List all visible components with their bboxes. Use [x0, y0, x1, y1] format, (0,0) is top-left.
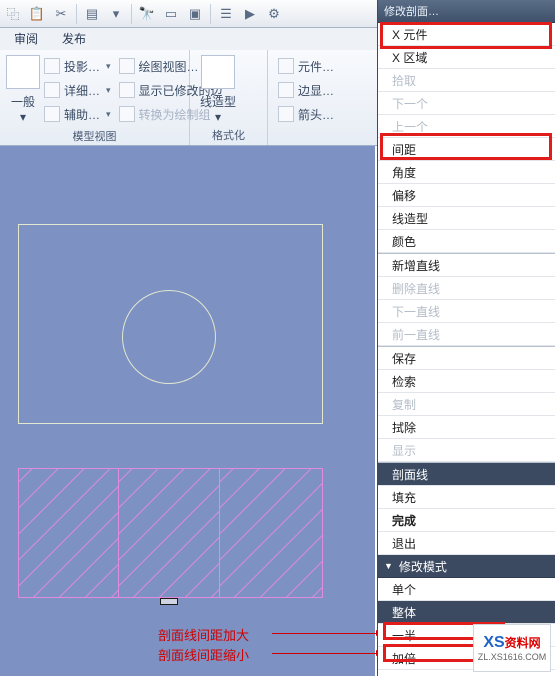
menu-item[interactable]: 保存	[378, 347, 555, 370]
menu-item[interactable]: 完成	[378, 509, 555, 532]
watermark: XS资料网 ZL.XS1616.COM	[473, 624, 551, 672]
aux-icon	[44, 106, 60, 122]
play-icon[interactable]: ▶	[241, 5, 259, 23]
side-panel: 修改剖面… X 元件X 区域拾取下一个上一个间距角度偏移线造型颜色新增直线删除直…	[377, 0, 555, 676]
menu-item: 下一直线	[378, 300, 555, 323]
menu-item[interactable]: 偏移	[378, 184, 555, 207]
annotation-arrow	[272, 653, 382, 654]
component-icon	[278, 58, 294, 74]
linestyle-button[interactable]: 线造型 ▾	[196, 54, 240, 124]
triangle-down-icon: ▼	[384, 561, 393, 571]
hatch-box[interactable]	[18, 468, 119, 598]
projection-button[interactable]: 投影… ▾	[44, 56, 111, 76]
ribbon-group-model-view: 一般 ▾ 投影…▾ 详细…▾ 辅助…▾ 绘图视图… 显示已修改的边 转换为绘制组…	[0, 50, 190, 145]
chevron-down-icon: ▾	[215, 110, 221, 124]
menu-item[interactable]: 退出	[378, 532, 555, 555]
arrow-button[interactable]: 箭头…	[278, 104, 334, 124]
menu-item[interactable]: 检索	[378, 370, 555, 393]
menu-item[interactable]: 角度	[378, 161, 555, 184]
arrow-label: 箭头…	[298, 106, 334, 123]
watermark-logo: XS资料网	[483, 634, 540, 652]
detail-button[interactable]: 详细… ▾	[44, 80, 111, 100]
menu-item[interactable]: 新增直线	[378, 254, 555, 277]
menu-item: 复制	[378, 393, 555, 416]
watermark-url: ZL.XS1616.COM	[478, 652, 547, 662]
menu-item: 删除直线	[378, 277, 555, 300]
menu-item[interactable]: 线造型	[378, 207, 555, 230]
layers-icon[interactable]: ▤	[83, 5, 101, 23]
menu-item[interactable]: 剖面线	[378, 463, 555, 486]
drawing-canvas[interactable]	[0, 146, 375, 676]
group-label: 格式化	[196, 125, 261, 143]
menu-item: 显示	[378, 439, 555, 462]
aux-label: 辅助…	[64, 106, 100, 123]
menu-item: 下一个	[378, 92, 555, 115]
edgedisp-button[interactable]: 边显…	[278, 80, 334, 100]
separator	[210, 4, 211, 24]
chevron-down-icon: ▾	[106, 61, 111, 72]
linestyle-label: 线造型	[200, 93, 236, 110]
paste-icon[interactable]: 📋	[28, 5, 46, 23]
panel-title: 修改剖面…	[378, 0, 555, 22]
mode-header[interactable]: ▼修改模式	[378, 555, 555, 578]
panel-body: X 元件X 区域拾取下一个上一个间距角度偏移线造型颜色新增直线删除直线下一直线前…	[378, 22, 555, 676]
hatch-box[interactable]	[220, 468, 323, 598]
menu-item[interactable]: 间距	[378, 138, 555, 161]
mode-item[interactable]: 整体	[378, 601, 555, 624]
menu-item[interactable]: 颜色	[378, 230, 555, 253]
selection-handle[interactable]	[160, 598, 178, 605]
eraser-icon	[6, 55, 40, 89]
menu-item: 前一直线	[378, 323, 555, 346]
hatch-group[interactable]	[18, 468, 323, 598]
general-button[interactable]: 一般 ▾	[6, 54, 40, 124]
menu-item: 上一个	[378, 115, 555, 138]
linestyle-icon	[201, 55, 235, 89]
gear-icon[interactable]: ⚙	[265, 5, 283, 23]
aux-button[interactable]: 辅助… ▾	[44, 104, 111, 124]
annotation-text: 剖面线间距缩小	[158, 645, 249, 664]
tab-review[interactable]: 审阅	[8, 27, 44, 50]
doc-icon[interactable]: ☰	[217, 5, 235, 23]
menu-item[interactable]: X 区域	[378, 46, 555, 69]
panel-title-text: 修改剖面…	[384, 3, 439, 19]
edgedisp-icon	[278, 82, 294, 98]
annotation-arrow	[272, 633, 382, 634]
tab-publish[interactable]: 发布	[56, 27, 92, 50]
chevron-down-icon: ▾	[106, 85, 111, 96]
group-label: 模型视图	[6, 126, 183, 144]
menu-item[interactable]: X 元件	[378, 23, 555, 46]
separator	[76, 4, 77, 24]
cut-icon[interactable]: ✂	[52, 5, 70, 23]
copy-icon[interactable]: ⿻	[4, 5, 22, 23]
chevron-down-icon: ▾	[20, 110, 26, 124]
detail-icon	[44, 82, 60, 98]
component-label: 元件…	[298, 58, 334, 75]
projection-icon	[44, 58, 60, 74]
circle-shape[interactable]	[122, 290, 216, 384]
select-icon[interactable]: ▭	[162, 5, 180, 23]
menu-item[interactable]: 填充	[378, 486, 555, 509]
ribbon-group-format: 线造型 ▾ 格式化	[190, 50, 268, 145]
annotation-text: 剖面线间距加大	[158, 625, 249, 644]
binoculars-icon[interactable]: 🔭	[138, 5, 156, 23]
showmod-icon	[119, 82, 135, 98]
mode-item[interactable]: 单个	[378, 578, 555, 601]
component-button[interactable]: 元件…	[278, 56, 334, 76]
edgedisp-label: 边显…	[298, 82, 334, 99]
layers-dd-icon[interactable]: ▾	[107, 5, 125, 23]
hatch-box[interactable]	[119, 468, 220, 598]
chevron-down-icon: ▾	[106, 109, 111, 120]
general-label: 一般	[11, 93, 35, 110]
window-icon[interactable]: ▣	[186, 5, 204, 23]
arrow-icon	[278, 106, 294, 122]
menu-item: 拾取	[378, 69, 555, 92]
convert-icon	[119, 106, 135, 122]
drawview-icon	[119, 58, 135, 74]
detail-label: 详细…	[64, 82, 100, 99]
separator	[131, 4, 132, 24]
projection-label: 投影…	[64, 58, 100, 75]
menu-item[interactable]: 拭除	[378, 416, 555, 439]
